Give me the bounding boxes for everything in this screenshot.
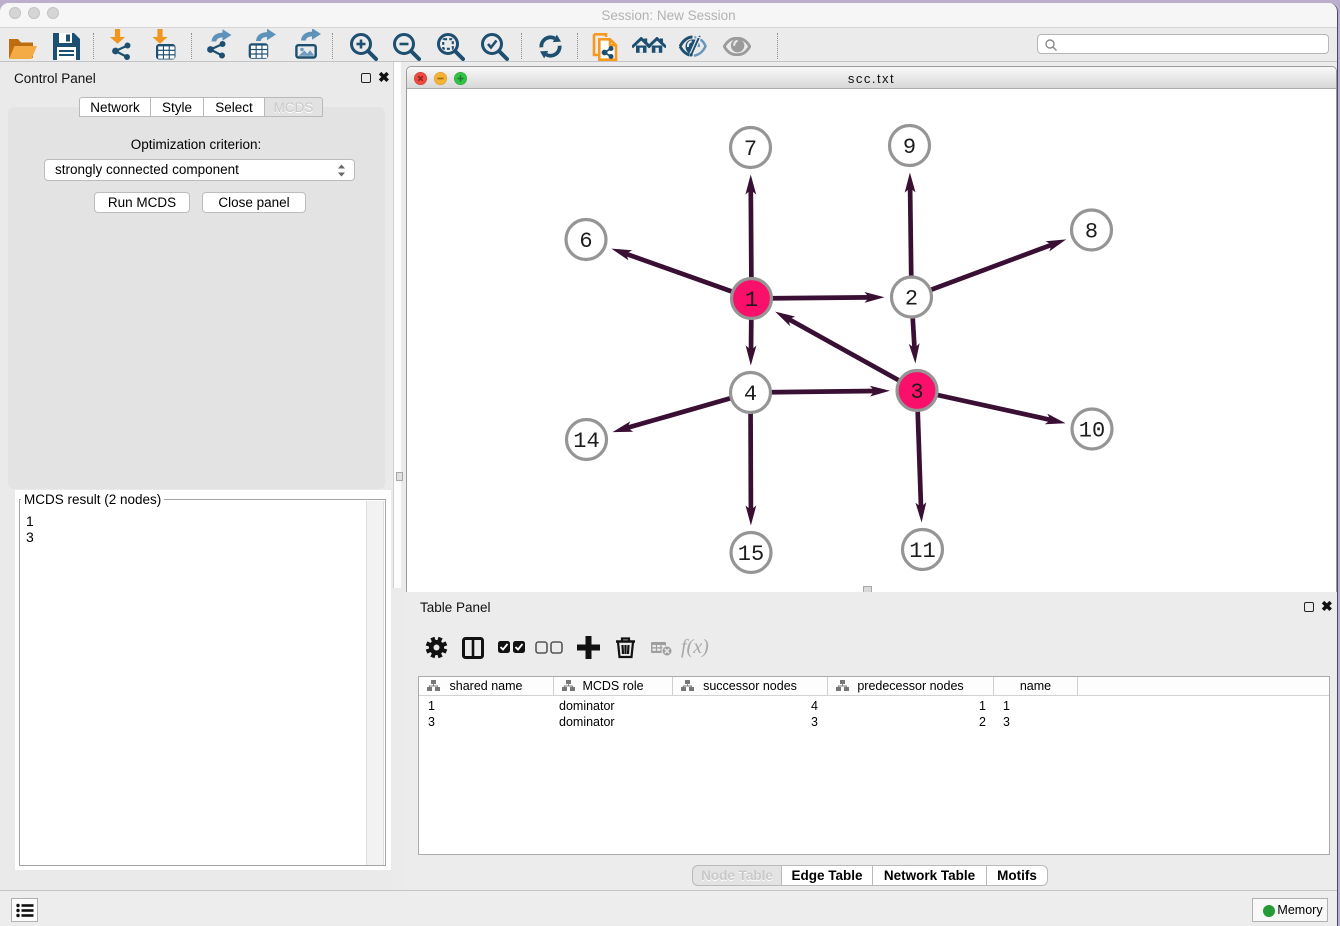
svg-text:10: 10 [1079, 419, 1105, 444]
svg-text:9: 9 [903, 135, 916, 160]
svg-text:15: 15 [738, 542, 764, 567]
svg-text:7: 7 [744, 137, 757, 162]
svg-text:6: 6 [579, 229, 592, 254]
svg-text:4: 4 [744, 382, 757, 407]
svg-text:14: 14 [573, 429, 599, 454]
svg-text:8: 8 [1085, 220, 1098, 245]
svg-text:2: 2 [905, 287, 918, 312]
svg-text:3: 3 [910, 380, 923, 405]
svg-text:f(x): f(x) [681, 637, 709, 658]
svg-text:1: 1 [745, 288, 758, 313]
svg-text:11: 11 [909, 539, 935, 564]
